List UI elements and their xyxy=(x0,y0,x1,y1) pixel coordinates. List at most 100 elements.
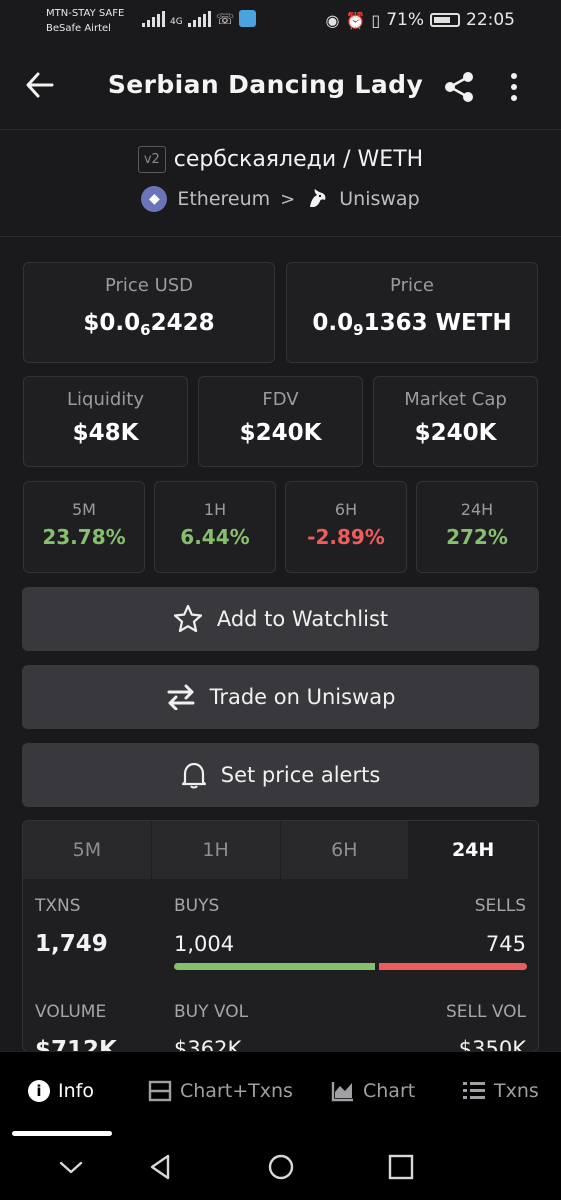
change-1h-label: 1H xyxy=(203,500,227,519)
status-icons-left: 4G ☏ xyxy=(142,10,257,28)
nav-info[interactable]: i Info xyxy=(28,1080,94,1102)
transactions-panel: 5M 1H 6H 24H TXNS 1,749 BUYS 1,004 SELLS… xyxy=(22,820,539,1052)
missed-call-icon: ☏ xyxy=(215,10,235,28)
set-price-alerts-button[interactable]: Set price alerts xyxy=(22,743,539,807)
signal-icon xyxy=(142,11,165,27)
pair-header: v2 сербскаяледи / WETH ◆ Ethereum > Unis… xyxy=(0,131,561,237)
area-chart-icon xyxy=(331,1082,353,1102)
home-circle-icon[interactable] xyxy=(266,1152,296,1182)
nav-chart-label: Chart xyxy=(363,1080,416,1102)
buy-sell-ratio-bar xyxy=(174,963,527,970)
bell-icon xyxy=(181,762,206,789)
alerts-label: Set price alerts xyxy=(220,763,381,787)
change-5m-label: 5M xyxy=(72,500,96,519)
market-cap-card: Market Cap $240K xyxy=(373,376,538,467)
price-native-label: Price xyxy=(390,275,434,296)
back-arrow-icon[interactable] xyxy=(24,70,64,106)
add-to-watchlist-button[interactable]: Add to Watchlist xyxy=(22,587,539,651)
change-1h-card: 1H 6.44% xyxy=(154,481,276,573)
buys-label: BUYS xyxy=(174,896,220,916)
more-vertical-icon[interactable] xyxy=(500,70,528,104)
tab-6h[interactable]: 6H xyxy=(280,821,410,879)
carrier-line-2: BeSafe Airtel xyxy=(46,23,111,34)
nav-chart-txns-label: Chart+Txns xyxy=(180,1080,293,1102)
nav-chart-txns[interactable]: Chart+Txns xyxy=(148,1080,293,1102)
app-notification-icon xyxy=(239,10,257,27)
price-usd-card: Price USD $0.062428 xyxy=(23,262,275,363)
info-icon: i xyxy=(28,1080,50,1102)
app-bar: Serbian Dancing Lady xyxy=(0,46,561,130)
volume-value: $712K xyxy=(35,1037,117,1052)
battery-icon xyxy=(430,13,460,27)
price-native-card: Price 0.091363 WETH xyxy=(286,262,538,363)
change-24h-card: 24H 272% xyxy=(416,481,538,573)
change-6h-label: 6H xyxy=(334,500,358,519)
sells-label: SELLS xyxy=(474,896,526,916)
dex-link[interactable]: Uniswap xyxy=(339,188,419,210)
change-24h-label: 24H xyxy=(460,500,494,519)
liquidity-card: Liquidity $48K xyxy=(23,376,188,467)
alarm-icon: ⏰ xyxy=(345,10,366,30)
change-6h-value: -2.89% xyxy=(307,525,385,549)
buys-value: 1,004 xyxy=(174,932,235,956)
sell-ratio-bar xyxy=(379,963,527,970)
liquidity-value: $48K xyxy=(72,420,139,446)
nav-txns[interactable]: Txns xyxy=(462,1080,539,1102)
swap-arrows-icon xyxy=(167,684,195,710)
txns-label: TXNS xyxy=(35,896,81,916)
price-usd-label: Price USD xyxy=(104,275,194,296)
recents-square-icon[interactable] xyxy=(386,1152,416,1182)
tab-5m[interactable]: 5M xyxy=(23,821,152,879)
list-icon xyxy=(463,1082,485,1099)
clock: 22:05 xyxy=(466,10,515,30)
version-badge: v2 xyxy=(137,146,166,173)
eye-comfort-icon: ◉ xyxy=(325,10,340,30)
star-icon xyxy=(173,604,202,633)
buy-vol-label: BUY VOL xyxy=(174,1002,249,1022)
nav-chart[interactable]: Chart xyxy=(331,1080,415,1102)
ethereum-icon: ◆ xyxy=(141,186,168,212)
status-bar: MTN-STAY SAFE BeSafe Airtel 4G ☏ ◉ ⏰ ▯ 7… xyxy=(0,0,561,46)
price-native-value: 0.091363 WETH xyxy=(312,310,512,339)
market-cap-label: Market Cap xyxy=(404,389,507,410)
change-5m-card: 5M 23.78% xyxy=(23,481,145,573)
txns-value: 1,749 xyxy=(35,931,108,957)
trade-on-uniswap-button[interactable]: Trade on Uniswap xyxy=(22,665,539,729)
chain-link[interactable]: Ethereum xyxy=(177,188,270,210)
pair-name: сербскаяледи / WETH xyxy=(173,147,424,172)
tab-1h[interactable]: 1H xyxy=(151,821,281,879)
signal-2-icon xyxy=(187,11,211,27)
share-icon[interactable] xyxy=(442,70,476,104)
change-24h-value: 272% xyxy=(446,525,508,549)
change-6h-card: 6H -2.89% xyxy=(285,481,407,573)
pair-line: v2 сербскаяледи / WETH xyxy=(0,146,561,173)
chain-dex-breadcrumb: ◆ Ethereum > Uniswap xyxy=(0,186,561,212)
fdv-label: FDV xyxy=(262,389,299,410)
sells-value: 745 xyxy=(485,932,526,956)
battery-percent: 71% xyxy=(386,10,424,30)
timeframe-tabs: 5M 1H 6H 24H xyxy=(23,821,538,879)
status-icons-right: ◉ ⏰ ▯ 71% 22:05 xyxy=(326,10,516,30)
sell-vol-value: $350K xyxy=(458,1037,526,1052)
buy-ratio-bar xyxy=(174,963,375,970)
chevron-down-icon[interactable] xyxy=(56,1152,86,1182)
active-tab-indicator xyxy=(12,1131,112,1136)
fdv-card: FDV $240K xyxy=(198,376,363,467)
nav-txns-label: Txns xyxy=(494,1080,539,1102)
system-navigation-bar xyxy=(0,1138,561,1200)
bottom-navigation: i Info Chart+Txns Chart Txns xyxy=(0,1051,561,1138)
network-type: 4G xyxy=(170,17,183,27)
price-usd-value: $0.062428 xyxy=(83,310,215,339)
watchlist-label: Add to Watchlist xyxy=(216,607,389,631)
liquidity-label: Liquidity xyxy=(66,389,144,410)
market-cap-value: $240K xyxy=(414,420,497,446)
buy-vol-value: $362K xyxy=(174,1037,242,1052)
carrier-info: MTN-STAY SAFE BeSafe Airtel xyxy=(46,6,124,36)
split-view-icon xyxy=(148,1080,172,1102)
back-triangle-icon[interactable] xyxy=(146,1152,176,1182)
page-title: Serbian Dancing Lady xyxy=(107,70,424,99)
uniswap-unicorn-icon xyxy=(310,189,326,207)
carrier-line-1: MTN-STAY SAFE xyxy=(46,8,125,19)
nav-info-label: Info xyxy=(58,1080,94,1102)
tab-24h[interactable]: 24H xyxy=(409,821,538,879)
